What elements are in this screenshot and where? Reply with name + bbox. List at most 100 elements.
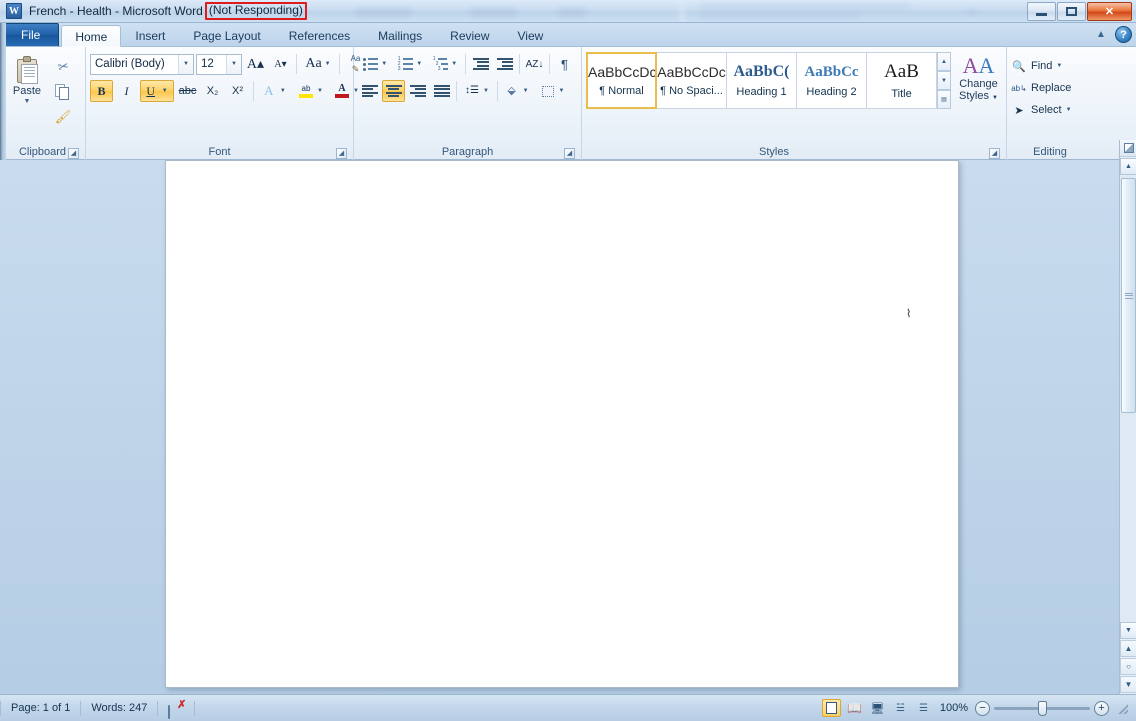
view-web-layout-button[interactable]: 🖥 bbox=[868, 699, 887, 717]
replace-button[interactable]: ab↳ Replace bbox=[1011, 77, 1071, 99]
borders-button[interactable]: ▼ bbox=[536, 80, 570, 102]
borders-dropdown-icon[interactable]: ▼ bbox=[559, 88, 565, 94]
tab-review[interactable]: Review bbox=[436, 24, 503, 46]
font-size-combobox[interactable]: 12 ▼ bbox=[196, 53, 242, 75]
tab-file[interactable]: File bbox=[2, 23, 60, 46]
zoom-level-label[interactable]: 100% bbox=[937, 702, 971, 714]
find-dropdown-icon[interactable]: ▼ bbox=[1056, 63, 1062, 69]
change-styles-dropdown-icon[interactable]: ▼ bbox=[992, 95, 998, 101]
scroll-thumb[interactable] bbox=[1121, 178, 1136, 413]
font-dialog-launcher[interactable]: ◢ bbox=[336, 148, 347, 159]
close-button[interactable]: ✕ bbox=[1087, 2, 1132, 21]
word-count[interactable]: Words: 247 bbox=[81, 698, 157, 718]
paragraph-dialog-launcher[interactable]: ◢ bbox=[564, 148, 575, 159]
sort-button[interactable]: AZ↓ bbox=[523, 53, 546, 75]
view-outline-button[interactable]: ☱ bbox=[891, 699, 910, 717]
paste-dropdown-icon[interactable]: ▼ bbox=[24, 98, 31, 105]
zoom-slider-thumb[interactable] bbox=[1038, 700, 1047, 716]
tab-page-layout[interactable]: Page Layout bbox=[179, 24, 274, 46]
highlight-button[interactable]: ab ▼ bbox=[294, 80, 328, 102]
style-item-title[interactable]: AaB Title bbox=[866, 52, 937, 109]
change-case-dropdown-icon[interactable]: ▼ bbox=[325, 61, 331, 67]
view-ruler-button[interactable] bbox=[1120, 140, 1136, 157]
zoom-out-button[interactable]: − bbox=[975, 700, 990, 716]
tab-mailings[interactable]: Mailings bbox=[364, 24, 436, 46]
select-dropdown-icon[interactable]: ▼ bbox=[1066, 107, 1072, 113]
word-logo-icon[interactable]: W bbox=[6, 3, 22, 19]
format-painter-button[interactable]: 🖌 bbox=[52, 106, 74, 128]
window-resize-grip[interactable] bbox=[1116, 702, 1128, 714]
select-button[interactable]: ➤ Select ▼ bbox=[1011, 99, 1072, 121]
zoom-slider-track[interactable] bbox=[994, 700, 1090, 716]
scroll-down-button[interactable]: ▼ bbox=[1120, 622, 1136, 639]
align-center-button[interactable] bbox=[382, 80, 405, 102]
increase-indent-button[interactable] bbox=[493, 53, 516, 75]
italic-button[interactable]: I bbox=[115, 80, 138, 102]
vertical-scrollbar[interactable]: ▲ ▼ ▲ ○ ▼ bbox=[1119, 140, 1136, 694]
bullets-button[interactable]: ▼ bbox=[358, 53, 392, 75]
decrease-indent-button[interactable] bbox=[469, 53, 492, 75]
align-left-button[interactable] bbox=[358, 80, 381, 102]
styles-more-button[interactable]: ▤ bbox=[937, 90, 951, 109]
styles-scroll-up-button[interactable]: ▲ bbox=[937, 52, 951, 71]
underline-button[interactable]: U ▼ bbox=[140, 80, 174, 102]
change-case-button[interactable]: Aa ▼ bbox=[301, 53, 335, 75]
maximize-button[interactable] bbox=[1057, 2, 1086, 21]
superscript-button[interactable]: X² bbox=[226, 80, 249, 102]
view-full-screen-reading-button[interactable]: 📖 bbox=[845, 699, 864, 717]
next-object-button[interactable]: ▼ bbox=[1120, 676, 1136, 693]
align-right-button[interactable] bbox=[406, 80, 429, 102]
tab-references[interactable]: References bbox=[275, 24, 364, 46]
document-page[interactable]: ⌇ bbox=[165, 160, 959, 688]
multilevel-list-button[interactable]: 1 2 3 ▼ bbox=[428, 53, 462, 75]
view-print-layout-button[interactable] bbox=[822, 699, 841, 717]
font-name-combobox[interactable]: Calibri (Body) ▼ bbox=[90, 53, 194, 75]
change-styles-button[interactable]: AA Change Styles ▼ bbox=[955, 52, 1002, 104]
clipboard-dialog-launcher[interactable]: ◢ bbox=[68, 148, 79, 159]
document-canvas[interactable]: ⌇ bbox=[0, 160, 1136, 694]
page-indicator[interactable]: Page: 1 of 1 bbox=[1, 698, 80, 718]
scroll-up-button[interactable]: ▲ bbox=[1120, 158, 1136, 175]
proofing-status-button[interactable]: ✗ bbox=[158, 698, 194, 719]
scroll-track[interactable] bbox=[1120, 175, 1136, 622]
grow-font-button[interactable]: A▴ bbox=[244, 53, 267, 75]
style-item-heading-2[interactable]: AaBbCc Heading 2 bbox=[796, 52, 867, 109]
help-icon[interactable]: ? bbox=[1115, 26, 1132, 43]
zoom-in-button[interactable]: + bbox=[1094, 700, 1109, 716]
styles-dialog-launcher[interactable]: ◢ bbox=[989, 148, 1000, 159]
numbering-button[interactable]: 1 2 3 ▼ bbox=[393, 53, 427, 75]
style-item-no-spacing[interactable]: AaBbCcDc ¶ No Spaci... bbox=[656, 52, 727, 109]
find-button[interactable]: 🔍 Find ▼ bbox=[1011, 55, 1062, 77]
underline-dropdown-icon[interactable]: ▼ bbox=[162, 88, 168, 94]
numbering-dropdown-icon[interactable]: ▼ bbox=[416, 61, 422, 67]
text-effects-button[interactable]: A ▼ bbox=[258, 80, 292, 102]
styles-scroll-down-button[interactable]: ▼ bbox=[937, 71, 951, 90]
minimize-ribbon-icon[interactable]: ▲ bbox=[1094, 28, 1108, 42]
previous-object-button[interactable]: ▲ bbox=[1120, 640, 1136, 657]
style-item-heading-1[interactable]: AaBbC( Heading 1 bbox=[726, 52, 797, 109]
subscript-button[interactable]: X₂ bbox=[201, 80, 224, 102]
line-spacing-button[interactable]: ↕☰ ▼ bbox=[460, 80, 494, 102]
view-draft-button[interactable]: ☰ bbox=[914, 699, 933, 717]
font-name-dropdown-icon[interactable]: ▼ bbox=[178, 54, 193, 74]
text-effects-dropdown-icon[interactable]: ▼ bbox=[280, 88, 286, 94]
justify-button[interactable] bbox=[430, 80, 453, 102]
cut-button[interactable]: ✂ bbox=[52, 56, 74, 78]
shading-dropdown-icon[interactable]: ▼ bbox=[523, 88, 529, 94]
style-item-normal[interactable]: AaBbCcDc ¶ Normal bbox=[586, 52, 657, 109]
strikethrough-button[interactable]: abc bbox=[176, 80, 199, 102]
show-formatting-marks-button[interactable]: ¶ bbox=[553, 53, 576, 75]
copy-button[interactable] bbox=[52, 81, 74, 103]
line-spacing-dropdown-icon[interactable]: ▼ bbox=[483, 88, 489, 94]
shrink-font-button[interactable]: A▾ bbox=[269, 53, 292, 75]
shading-button[interactable]: ⬙ ▼ bbox=[501, 80, 535, 102]
paste-button[interactable]: Paste ▼ bbox=[4, 52, 50, 106]
bold-button[interactable]: B bbox=[90, 80, 113, 102]
multilevel-list-dropdown-icon[interactable]: ▼ bbox=[451, 61, 457, 67]
bullets-dropdown-icon[interactable]: ▼ bbox=[381, 61, 387, 67]
minimize-button[interactable] bbox=[1027, 2, 1056, 21]
tab-view[interactable]: View bbox=[504, 24, 558, 46]
tab-home[interactable]: Home bbox=[61, 25, 122, 47]
highlight-dropdown-icon[interactable]: ▼ bbox=[317, 88, 323, 94]
tab-insert[interactable]: Insert bbox=[121, 24, 179, 46]
